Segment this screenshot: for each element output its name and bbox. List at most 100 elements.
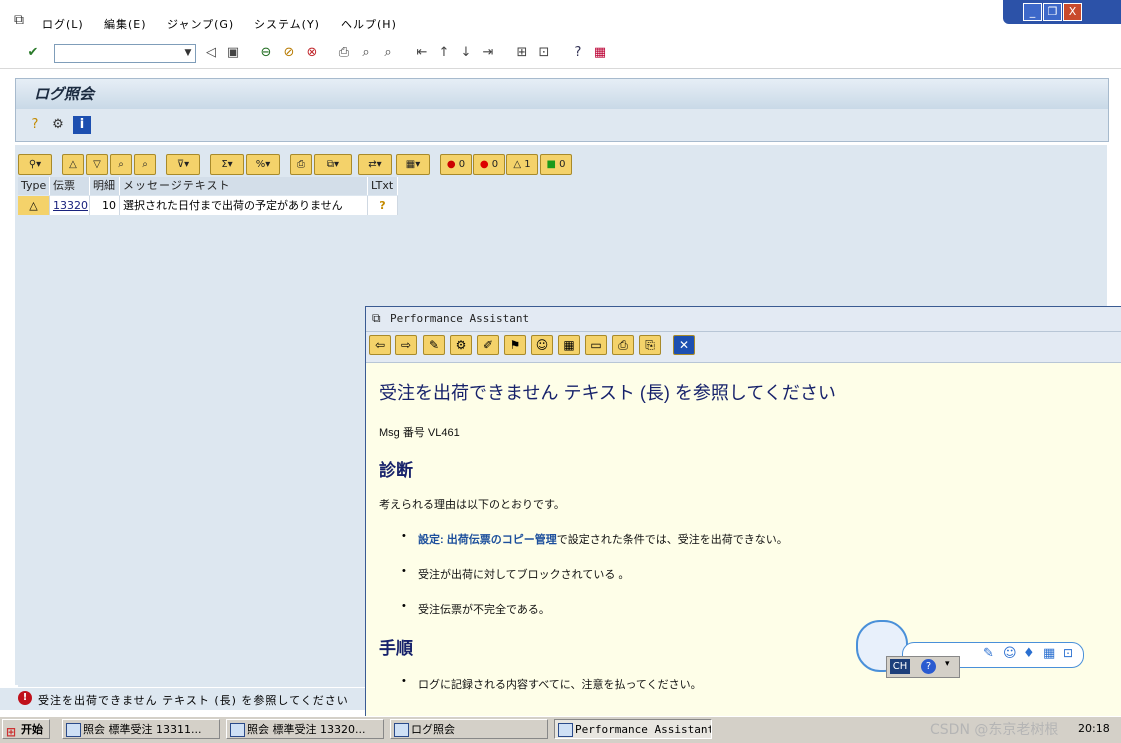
find-next-button[interactable]: ⌕ <box>134 154 156 175</box>
grid-icon[interactable]: ▦ <box>1043 646 1055 661</box>
document-link[interactable]: 13320 <box>50 196 90 215</box>
find-button[interactable]: ⌕ <box>110 154 132 175</box>
taskbar-item-label: 照会 標準受注 13311... <box>83 723 202 736</box>
close-window-button[interactable]: X <box>1063 3 1082 21</box>
column-header-message[interactable]: メッセージテキスト <box>120 177 368 195</box>
detail-button[interactable]: ⚲▾ <box>18 154 52 175</box>
find-icon[interactable]: ⌕ <box>357 44 375 62</box>
list-item: 受注伝票が不完全である。 <box>418 604 550 616</box>
column-header-longtext[interactable]: LTxt <box>368 177 398 195</box>
start-button[interactable]: ⊞ 开始 <box>2 719 50 739</box>
next-page-icon[interactable]: ↓ <box>457 44 475 62</box>
menu-jump[interactable]: ジャンプ(G) <box>167 16 234 32</box>
user-button[interactable]: ☺ <box>531 335 553 355</box>
create-session-icon[interactable]: ⊞ <box>513 44 531 62</box>
book-button[interactable]: ✎ <box>423 335 445 355</box>
views-button[interactable]: ⇄▾ <box>358 154 392 175</box>
warning-triangle-icon: △ <box>18 196 50 215</box>
layout-menu-icon[interactable]: ▦ <box>591 44 609 62</box>
options-icon[interactable]: ▾ <box>945 659 950 669</box>
total-button[interactable]: Σ▾ <box>210 154 244 175</box>
popup-title: Performance Assistant <box>390 312 530 325</box>
back-icon[interactable]: ⊖ <box>257 44 275 62</box>
sort-ascending-button[interactable]: △ <box>62 154 84 175</box>
previous-page-icon[interactable]: ↑ <box>435 44 453 62</box>
first-page-icon[interactable]: ⇤ <box>413 44 431 62</box>
help-icon[interactable]: ? <box>921 659 936 674</box>
find-next-icon[interactable]: ⌕ <box>379 44 397 62</box>
last-page-icon[interactable]: ⇥ <box>479 44 497 62</box>
clock: 20:18 <box>1078 722 1110 735</box>
taskbar-item-label: ログ照会 <box>411 723 455 736</box>
error-filter-button[interactable]: ● 0 <box>473 154 505 175</box>
message-heading: 受注を出荷できません テキスト (長) を参照してください <box>379 383 836 403</box>
skin-icon[interactable]: ♦ <box>1023 646 1035 661</box>
command-field[interactable]: ▼ <box>54 44 196 63</box>
cancel-icon[interactable]: ⊗ <box>303 44 321 62</box>
message-number: Msg 番号 VL461 <box>379 424 460 440</box>
taskbar-item[interactable]: ログ照会 <box>390 719 548 739</box>
comment-button[interactable]: ▭ <box>585 335 607 355</box>
save-icon[interactable]: ▣ <box>224 44 242 62</box>
print-preview-button[interactable]: ⎘ <box>639 335 661 355</box>
taskbar-item[interactable]: 照会 標準受注 13320... <box>226 719 384 739</box>
filter-button[interactable]: ⊽▾ <box>166 154 200 175</box>
taskbar-item-active[interactable]: Performance Assistant <box>554 719 712 739</box>
taskbar-item-label: 照会 標準受注 13320... <box>247 723 366 736</box>
sort-descending-button[interactable]: ▽ <box>86 154 108 175</box>
forward-arrow-button[interactable]: ⇨ <box>395 335 417 355</box>
chevron-down-icon[interactable]: ▼ <box>181 45 195 62</box>
warning-filter-button[interactable]: △ 1 <box>506 154 538 175</box>
language-indicator[interactable]: CH <box>890 659 910 674</box>
sap-window-icon <box>394 723 409 737</box>
close-popup-button[interactable]: ✕ <box>673 335 695 355</box>
menu-system[interactable]: システム(Y) <box>254 16 320 32</box>
minimize-button[interactable]: _ <box>1023 3 1042 21</box>
column-header-item[interactable]: 明細 <box>90 177 120 195</box>
start-label: 开始 <box>21 723 43 736</box>
info-icon[interactable]: i <box>73 116 91 134</box>
success-filter-button[interactable]: ■ 0 <box>540 154 572 175</box>
collapse-left-icon[interactable]: ◁ <box>202 44 220 62</box>
column-header-type[interactable]: Type <box>18 177 50 195</box>
list-item: 受注が出荷に対してブロックされている 。 <box>418 569 630 581</box>
menu-icon[interactable]: ⧉ <box>14 12 24 28</box>
status-message[interactable]: 受注を出荷できません テキスト (長) を参照してください <box>38 692 349 708</box>
smile-icon[interactable]: ☺ <box>1003 646 1017 661</box>
list-item-text: で設定された条件では、受注を出荷できない。 <box>556 534 788 546</box>
back-arrow-button[interactable]: ⇦ <box>369 335 391 355</box>
stop-filter-button[interactable]: ● 0 <box>440 154 472 175</box>
taskbar-item[interactable]: 照会 標準受注 13311... <box>62 719 220 739</box>
technical-info-button[interactable]: ⚙ <box>450 335 472 355</box>
customizing-link[interactable]: 設定: 出荷伝票のコピー管理 <box>418 534 557 546</box>
print-button[interactable]: ⎙ <box>612 335 634 355</box>
print-preview-button[interactable]: ⎙ <box>290 154 312 175</box>
window-controls: _ ❐ X <box>1003 0 1121 24</box>
enter-check-icon[interactable]: ✔ <box>24 44 42 62</box>
menu-log[interactable]: ログ(L) <box>42 16 84 32</box>
warning-count: 1 <box>524 159 531 170</box>
standard-toolbar: ✔ ▼ ◁ ▣ ⊖ ⊘ ⊗ ⎙ ⌕ ⌕ ⇤ ↑ ↓ ⇥ ⊞ ⊡ ? ▦ <box>0 38 1121 69</box>
help-question-icon[interactable]: ? <box>26 116 44 134</box>
exit-icon[interactable]: ⊘ <box>280 44 298 62</box>
column-header-document[interactable]: 伝票 <box>50 177 90 195</box>
edit-button[interactable]: ✐ <box>477 335 499 355</box>
menu-help[interactable]: ヘルプ(H) <box>341 16 397 32</box>
glossary-button[interactable]: ⚑ <box>504 335 526 355</box>
restore-button[interactable]: ❐ <box>1043 3 1062 21</box>
table-button[interactable]: ▦ <box>558 335 580 355</box>
wrench-icon[interactable]: ✎ <box>983 646 994 661</box>
error-icon: ! <box>18 691 32 705</box>
shortcut-icon[interactable]: ⊡ <box>535 44 553 62</box>
technical-info-icon[interactable]: ⚙ <box>49 116 67 134</box>
window-icon: ⧉ <box>372 311 381 325</box>
popup-title-bar[interactable]: ⧉ Performance Assistant <box>366 307 1121 332</box>
layout-button[interactable]: ▦▾ <box>396 154 430 175</box>
longtext-help-icon[interactable]: ? <box>368 196 398 215</box>
export-button[interactable]: ⧉▾ <box>314 154 352 175</box>
lock-icon[interactable]: ⊡ <box>1063 646 1073 660</box>
menu-edit[interactable]: 編集(E) <box>104 16 147 32</box>
print-icon[interactable]: ⎙ <box>335 44 353 62</box>
subtotal-button[interactable]: %▾ <box>246 154 280 175</box>
help-icon[interactable]: ? <box>569 44 587 62</box>
